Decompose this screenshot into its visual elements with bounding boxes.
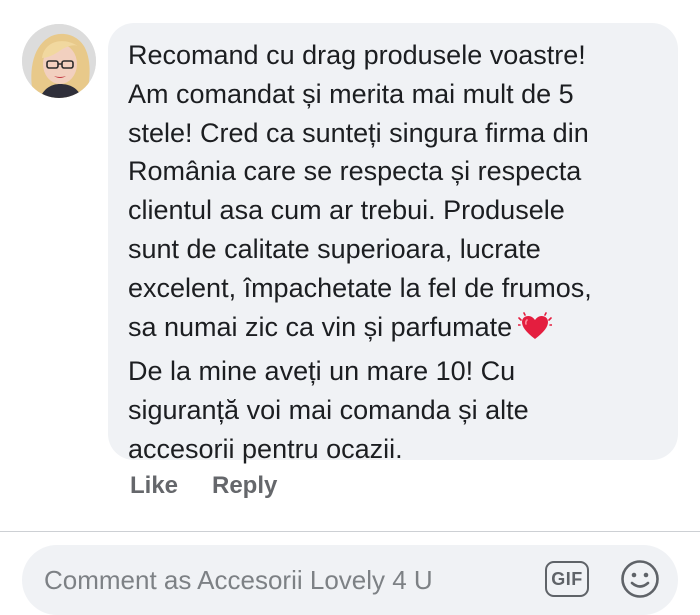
- comment-input[interactable]: Comment as Accesorii Lovely 4 U: [44, 565, 433, 596]
- commenter-avatar[interactable]: [22, 24, 96, 98]
- comment-line: siguranță voi mai comanda și alte: [128, 395, 529, 426]
- profile-photo-icon: [22, 24, 96, 98]
- comment-composer[interactable]: Comment as Accesorii Lovely 4 U GIF: [22, 545, 678, 615]
- comment-line: România care se respecta și respecta: [128, 156, 582, 187]
- comment-line: Recomand cu drag produsele voastre!: [128, 40, 586, 70]
- comment-line: clientul asa cum ar trebui. Produsele: [128, 195, 565, 226]
- reply-button[interactable]: Reply: [212, 472, 277, 500]
- comment-line: stele! Cred ca sunteți singura firma din: [128, 117, 589, 148]
- comment-line: excelent, împachetate la fel de frumos,: [128, 272, 592, 303]
- beating-heart-icon: [517, 311, 553, 353]
- comment-line: De la mine aveți un mare 10! Cu: [128, 356, 516, 387]
- comment-line: sunt de calitate superioara, lucrate: [128, 233, 541, 264]
- smiley-face-icon[interactable]: [620, 559, 660, 599]
- divider: [0, 531, 700, 532]
- gif-button[interactable]: GIF: [545, 561, 589, 597]
- comment-line: sa numai zic ca vin și parfumate: [128, 311, 513, 342]
- comment-line-with-emoji: sa numai zic ca vin și parfumate: [128, 308, 668, 353]
- like-button[interactable]: Like: [130, 472, 178, 500]
- comment-body: Recomand cu drag produsele voastre! Am c…: [128, 36, 668, 469]
- comment-line: accesorii pentru ocazii.: [128, 433, 403, 464]
- gif-label: GIF: [551, 568, 583, 589]
- comment-line: Am comandat și merita mai mult de 5: [128, 78, 574, 109]
